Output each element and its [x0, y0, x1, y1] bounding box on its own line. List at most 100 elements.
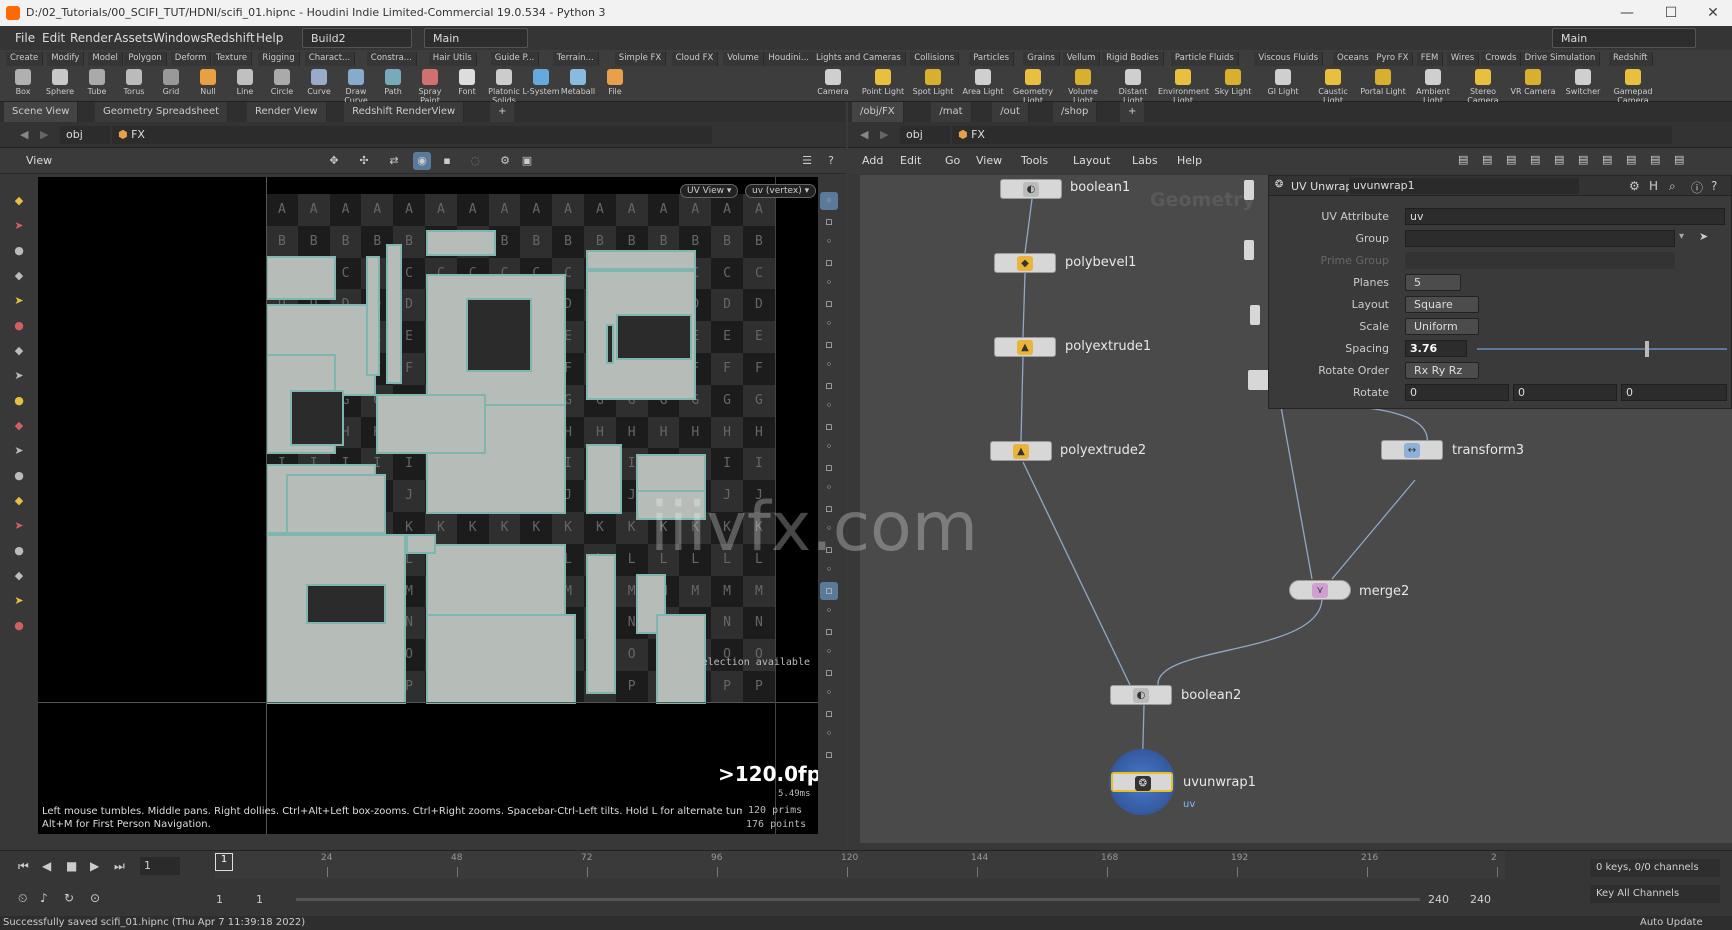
net-menu-item[interactable]: Add: [862, 154, 883, 167]
shelf-tab[interactable]: FEM: [1416, 52, 1444, 66]
pane-tab[interactable]: /mat: [931, 102, 972, 122]
shelf-tool[interactable]: Ambient Light: [1408, 69, 1458, 105]
search-icon[interactable]: ▤: [1650, 153, 1660, 166]
pan-icon[interactable]: ✣: [355, 152, 373, 170]
node-polybevel1[interactable]: ◆: [994, 253, 1056, 273]
viewer-tool-icon[interactable]: ●: [10, 317, 28, 335]
jump-end-icon[interactable]: ⏭: [114, 859, 125, 874]
hidden-node[interactable]: [1244, 180, 1254, 200]
range-end-2[interactable]: 240: [1470, 893, 1491, 906]
shelf-tool[interactable]: VR Camera: [1508, 69, 1558, 101]
pane-tab[interactable]: /out: [992, 102, 1029, 122]
viewer-tool-icon[interactable]: ◆: [10, 567, 28, 585]
shelf-tool[interactable]: Portal Light: [1358, 69, 1408, 101]
realtime-icon[interactable]: ⏲: [18, 891, 27, 906]
shelf-tab[interactable]: Crowds: [1481, 52, 1522, 66]
search-icon[interactable]: ⌕: [1669, 179, 1676, 194]
shelf-tab[interactable]: Volume: [723, 52, 764, 66]
shelf-tab[interactable]: Houdini...: [764, 52, 814, 66]
shelf-tab[interactable]: Drive Simulation: [1520, 52, 1601, 66]
shelf-tab[interactable]: Deform: [170, 52, 212, 66]
shelf-tab[interactable]: Viscous Fluids: [1254, 52, 1324, 66]
rotate-y-field[interactable]: 0: [1513, 384, 1617, 401]
desktop-main-dropdown[interactable]: Main: [424, 28, 528, 48]
net-menu-item[interactable]: Tools: [1021, 154, 1048, 167]
display-tool-icon[interactable]: ▫: [820, 295, 838, 313]
viewer-tool-icon[interactable]: ●: [10, 242, 28, 260]
node-boolean2[interactable]: ◐: [1110, 685, 1172, 705]
net-back-arrow-icon[interactable]: ◀: [854, 126, 874, 144]
viewer-tool-icon[interactable]: ◆: [10, 417, 28, 435]
net-menu-item[interactable]: Layout: [1073, 154, 1110, 167]
shelf-tool[interactable]: Gamepad Camera: [1608, 69, 1658, 105]
shelf-tab[interactable]: Particles: [969, 52, 1015, 66]
shelf-tab[interactable]: Redshift: [1609, 52, 1653, 66]
shelf-tab[interactable]: Simple FX: [614, 52, 667, 66]
viewer-tool-icon[interactable]: ➤: [10, 517, 28, 535]
loop-icon[interactable]: ↻: [64, 891, 74, 905]
hidden-node[interactable]: [1250, 305, 1260, 325]
display-tool-icon[interactable]: ◦: [820, 725, 838, 743]
display-tool-icon[interactable]: ◦: [820, 315, 838, 333]
shelf-tab[interactable]: Collisions: [910, 52, 960, 66]
gear-icon[interactable]: ⚙: [1629, 179, 1640, 193]
shelf-tool[interactable]: GI Light: [1258, 69, 1308, 101]
shelf-tab[interactable]: Create: [6, 52, 44, 66]
rotate-order-menu[interactable]: Rx Ry Rz: [1405, 362, 1479, 379]
display-tool-icon[interactable]: ▫: [820, 213, 838, 231]
pane-tab[interactable]: Redshift RenderView: [344, 102, 465, 122]
screenshot-icon[interactable]: ▣: [518, 152, 536, 170]
play-reverse-icon[interactable]: ◀: [42, 859, 51, 873]
viewer-tool-icon[interactable]: ●: [10, 467, 28, 485]
display-tool-icon[interactable]: ▫: [820, 746, 838, 764]
shelf-tool[interactable]: Spray Paint: [411, 69, 449, 105]
table-icon[interactable]: ▤: [1554, 153, 1564, 166]
shelf-tool[interactable]: Camera: [808, 69, 858, 101]
forward-arrow-icon[interactable]: ▶: [34, 126, 54, 144]
shelf-tab[interactable]: Rigid Bodies: [1102, 52, 1164, 66]
display-tool-icon[interactable]: ◦: [820, 274, 838, 292]
display-tool-icon[interactable]: ▫: [820, 705, 838, 723]
shelf-tab[interactable]: Texture: [212, 52, 253, 66]
desktop-build-dropdown[interactable]: Build2: [302, 28, 412, 48]
node-polyextrude1[interactable]: ▲: [994, 337, 1056, 357]
shelf-tab[interactable]: Polygon: [124, 52, 167, 66]
shelf-tab[interactable]: Terrain...: [552, 52, 599, 66]
help-book-icon[interactable]: H: [1649, 179, 1658, 193]
back-arrow-icon[interactable]: ◀: [14, 126, 34, 144]
net-path-obj[interactable]: obj: [900, 126, 950, 144]
display-options-icon[interactable]: ⚙: [496, 152, 514, 170]
display-tool-icon[interactable]: ◦: [820, 192, 838, 210]
shelf-tool[interactable]: Spot Light: [908, 69, 958, 101]
key-all-channels-button[interactable]: Key All Channels: [1590, 885, 1720, 903]
spacing-slider-handle[interactable]: [1644, 341, 1649, 357]
shelf-tool[interactable]: Area Light: [958, 69, 1008, 101]
shelf-tool[interactable]: File: [596, 69, 634, 101]
shelf-tool[interactable]: Path: [374, 69, 412, 101]
scale-menu[interactable]: Uniform: [1405, 318, 1479, 335]
snap-icon[interactable]: ◌: [466, 152, 484, 170]
range-end[interactable]: 240: [1428, 893, 1449, 906]
current-frame-field[interactable]: 1: [140, 857, 180, 875]
path-fx[interactable]: ⬢ FX: [112, 126, 712, 144]
display-tool-icon[interactable]: ▫: [820, 377, 838, 395]
range-start-2[interactable]: 1: [256, 893, 263, 906]
node-name-field[interactable]: uvunwrap1: [1349, 178, 1579, 194]
display-tool-icon[interactable]: ▫: [820, 623, 838, 641]
shelf-tool[interactable]: Font: [448, 69, 486, 101]
net-menu-item[interactable]: Edit: [900, 154, 921, 167]
node-polyextrude2[interactable]: ▲: [990, 441, 1052, 461]
note-icon[interactable]: ▤: [1578, 153, 1588, 166]
shelf-tool[interactable]: Distant Light: [1108, 69, 1158, 105]
pane-tab[interactable]: Render View: [247, 102, 327, 122]
minimize-button[interactable]: —: [1612, 3, 1642, 23]
shelf-tab[interactable]: Wires: [1446, 52, 1480, 66]
auto-update-menu[interactable]: Auto Update: [1640, 917, 1703, 928]
camera-view-icon[interactable]: ◉: [413, 152, 431, 170]
shelf-tab[interactable]: Modify: [47, 52, 85, 66]
parm-help-icon[interactable]: ?: [1711, 179, 1717, 193]
menu-file[interactable]: File: [15, 31, 35, 45]
hidden-node[interactable]: [1244, 240, 1254, 260]
info-icon[interactable]: ⓘ: [1691, 179, 1703, 196]
shelf-tab[interactable]: Oceans: [1333, 52, 1374, 66]
